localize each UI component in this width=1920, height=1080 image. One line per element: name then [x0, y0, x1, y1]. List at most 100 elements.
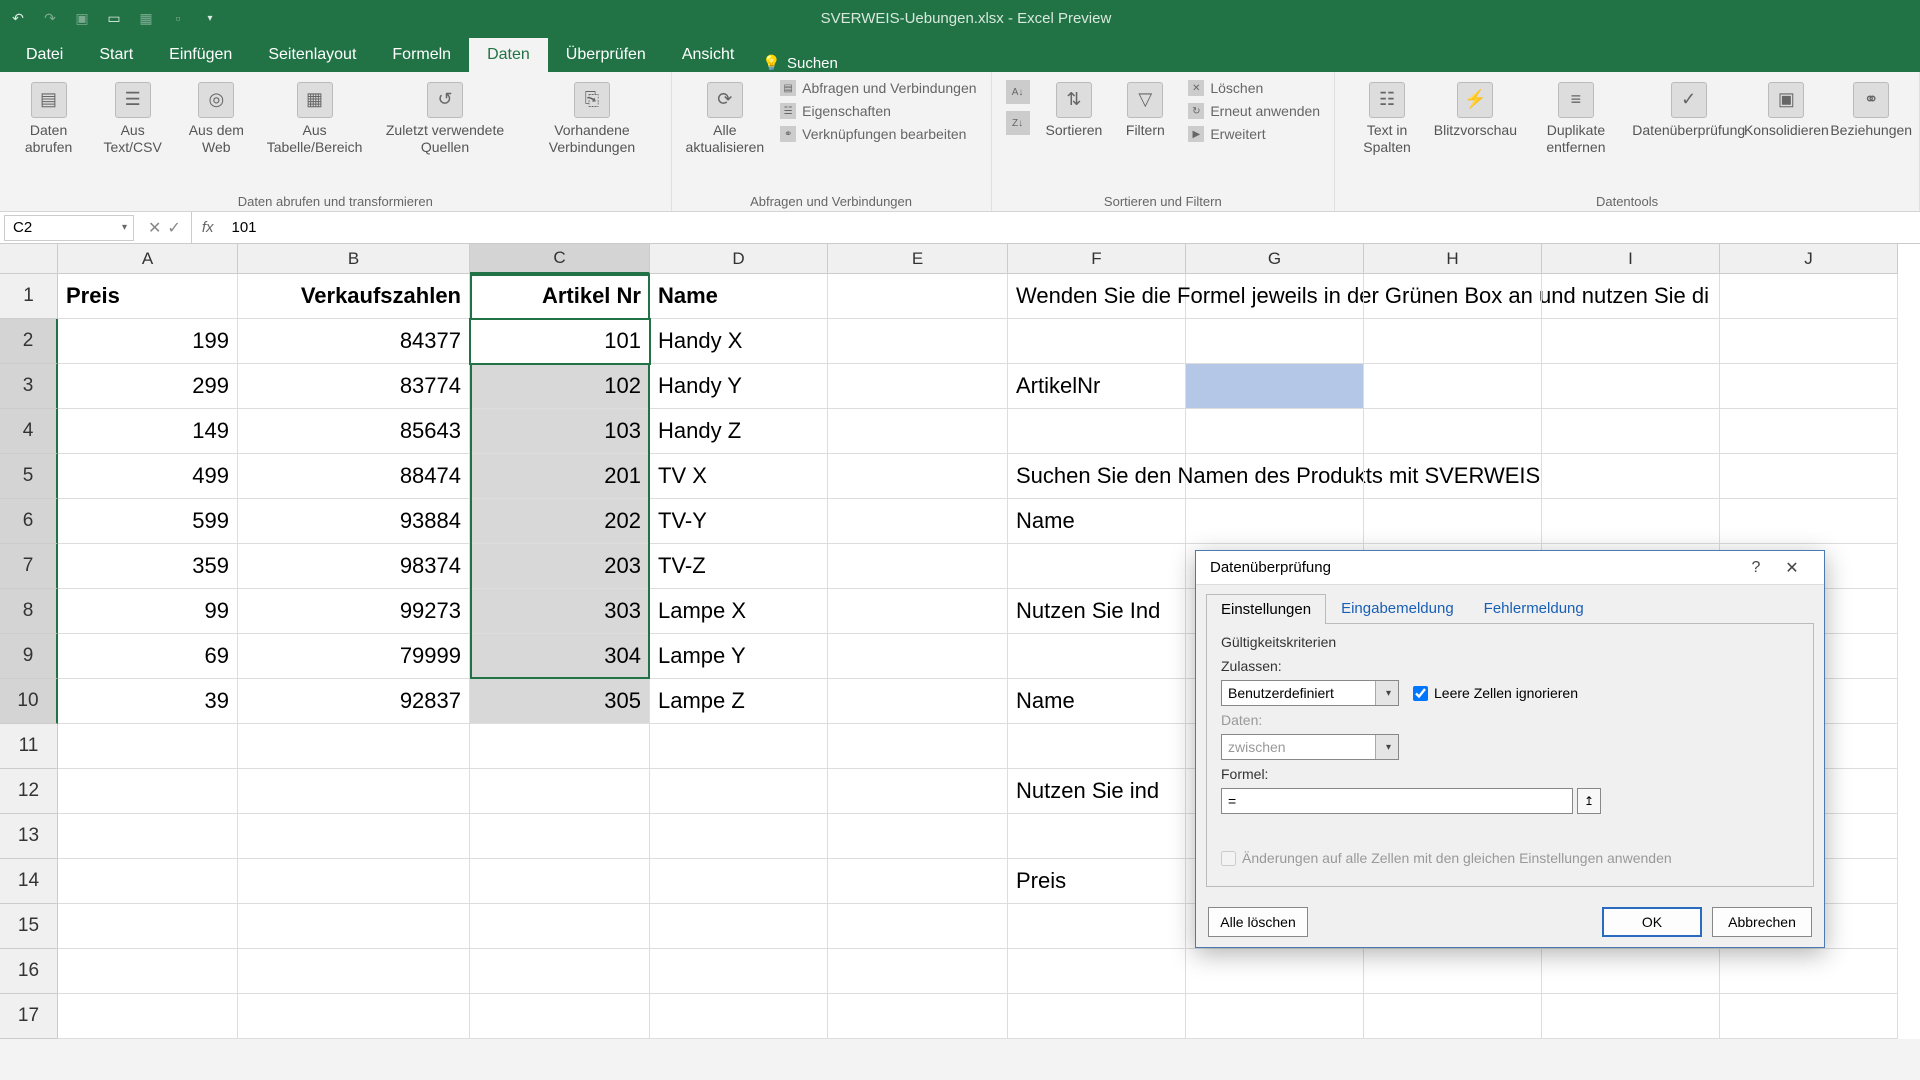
row-header-13[interactable]: 13: [0, 814, 58, 859]
cell-D12[interactable]: [650, 769, 828, 814]
cell-A16[interactable]: [58, 949, 238, 994]
cell-G17[interactable]: [1186, 994, 1364, 1039]
btn-from-web[interactable]: ◎Aus dem Web: [178, 78, 254, 160]
cell-E11[interactable]: [828, 724, 1008, 769]
formula-input[interactable]: 101: [223, 219, 1920, 236]
close-button[interactable]: ✕: [1774, 554, 1810, 582]
cell-D3[interactable]: Handy Y: [650, 364, 828, 409]
tab-start[interactable]: Start: [81, 38, 151, 72]
cell-A4[interactable]: 149: [58, 409, 238, 454]
cell-C10[interactable]: 305: [470, 679, 650, 724]
col-header-E[interactable]: E: [828, 244, 1008, 274]
cell-C6[interactable]: 202: [470, 499, 650, 544]
cell-F14[interactable]: Preis: [1008, 859, 1186, 904]
cell-C1[interactable]: Artikel Nr: [470, 274, 650, 319]
col-header-C[interactable]: C: [470, 244, 650, 274]
cell-H1[interactable]: [1364, 274, 1542, 319]
cell-J1[interactable]: [1720, 274, 1898, 319]
cell-D17[interactable]: [650, 994, 828, 1039]
cell-F16[interactable]: [1008, 949, 1186, 994]
cell-B13[interactable]: [238, 814, 470, 859]
row-header-11[interactable]: 11: [0, 724, 58, 769]
cancel-button[interactable]: Abbrechen: [1712, 907, 1812, 937]
cell-E9[interactable]: [828, 634, 1008, 679]
range-selector-button[interactable]: ↥: [1577, 788, 1601, 814]
cell-J3[interactable]: [1720, 364, 1898, 409]
btn-queries-conn[interactable]: ▤Abfragen und Verbindungen: [776, 78, 980, 98]
btn-clear[interactable]: ✕Löschen: [1184, 78, 1324, 98]
col-header-J[interactable]: J: [1720, 244, 1898, 274]
cell-F13[interactable]: [1008, 814, 1186, 859]
ignore-blank-checkbox[interactable]: Leere Zellen ignorieren: [1413, 685, 1578, 701]
cell-A3[interactable]: 299: [58, 364, 238, 409]
btn-properties[interactable]: ☱Eigenschaften: [776, 101, 980, 121]
cell-C5[interactable]: 201: [470, 454, 650, 499]
cell-B3[interactable]: 83774: [238, 364, 470, 409]
cell-A11[interactable]: [58, 724, 238, 769]
cell-G5[interactable]: [1186, 454, 1364, 499]
cell-B14[interactable]: [238, 859, 470, 904]
cell-E6[interactable]: [828, 499, 1008, 544]
cell-A14[interactable]: [58, 859, 238, 904]
row-header-10[interactable]: 10: [0, 679, 58, 724]
cell-C15[interactable]: [470, 904, 650, 949]
cell-I3[interactable]: [1542, 364, 1720, 409]
row-header-7[interactable]: 7: [0, 544, 58, 589]
cell-A7[interactable]: 359: [58, 544, 238, 589]
cell-F17[interactable]: [1008, 994, 1186, 1039]
cell-I5[interactable]: [1542, 454, 1720, 499]
cell-A15[interactable]: [58, 904, 238, 949]
enter-icon[interactable]: ✓: [167, 218, 180, 238]
btn-data-validation[interactable]: ✓Datenüberprüfung: [1638, 78, 1739, 143]
cell-I6[interactable]: [1542, 499, 1720, 544]
tab-datei[interactable]: Datei: [8, 38, 81, 72]
cell-F8[interactable]: Nutzen Sie Ind: [1008, 589, 1186, 634]
cell-J5[interactable]: [1720, 454, 1898, 499]
col-header-D[interactable]: D: [650, 244, 828, 274]
ribbon-search[interactable]: 💡 Suchen: [762, 54, 838, 72]
cell-E12[interactable]: [828, 769, 1008, 814]
cell-G6[interactable]: [1186, 499, 1364, 544]
cell-E10[interactable]: [828, 679, 1008, 724]
cell-C17[interactable]: [470, 994, 650, 1039]
dialog-tab-settings[interactable]: Einstellungen: [1206, 594, 1326, 624]
cell-E4[interactable]: [828, 409, 1008, 454]
cancel-icon[interactable]: ✕: [148, 218, 161, 238]
row-header-2[interactable]: 2: [0, 319, 58, 364]
cell-D2[interactable]: Handy X: [650, 319, 828, 364]
btn-advanced[interactable]: ▶Erweitert: [1184, 124, 1324, 144]
btn-edit-links[interactable]: ⚭Verknüpfungen bearbeiten: [776, 124, 980, 144]
save-icon[interactable]: ▭: [104, 8, 124, 28]
row-header-14[interactable]: 14: [0, 859, 58, 904]
undo-icon[interactable]: ↶: [8, 8, 28, 28]
col-header-A[interactable]: A: [58, 244, 238, 274]
row-header-5[interactable]: 5: [0, 454, 58, 499]
row-header-15[interactable]: 15: [0, 904, 58, 949]
cell-F7[interactable]: [1008, 544, 1186, 589]
cell-A6[interactable]: 599: [58, 499, 238, 544]
btn-remove-dup[interactable]: ≡Duplikate entfernen: [1522, 78, 1630, 160]
cell-J4[interactable]: [1720, 409, 1898, 454]
cell-A5[interactable]: 499: [58, 454, 238, 499]
fx-icon[interactable]: fx: [192, 219, 224, 236]
cell-B16[interactable]: [238, 949, 470, 994]
cell-H2[interactable]: [1364, 319, 1542, 364]
cell-E15[interactable]: [828, 904, 1008, 949]
tab-ueberpruefen[interactable]: Überprüfen: [548, 38, 664, 72]
btn-relationships[interactable]: ⚭Beziehungen: [1833, 78, 1909, 143]
btn-existing-conn[interactable]: ⎘Vorhandene Verbindungen: [523, 78, 660, 160]
cell-B15[interactable]: [238, 904, 470, 949]
cell-D1[interactable]: Name: [650, 274, 828, 319]
cell-H3[interactable]: [1364, 364, 1542, 409]
redo-icon[interactable]: ↷: [40, 8, 60, 28]
dialog-titlebar[interactable]: Datenüberprüfung ? ✕: [1196, 551, 1824, 585]
cell-D4[interactable]: Handy Z: [650, 409, 828, 454]
row-header-4[interactable]: 4: [0, 409, 58, 454]
cell-A17[interactable]: [58, 994, 238, 1039]
col-header-I[interactable]: I: [1542, 244, 1720, 274]
cell-A13[interactable]: [58, 814, 238, 859]
cell-E5[interactable]: [828, 454, 1008, 499]
cell-E16[interactable]: [828, 949, 1008, 994]
cell-B11[interactable]: [238, 724, 470, 769]
row-header-12[interactable]: 12: [0, 769, 58, 814]
